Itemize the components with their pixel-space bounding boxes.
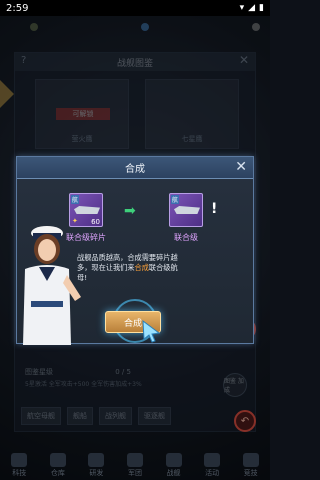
guide-message-highlight: 合成 xyxy=(134,263,149,272)
synthesis-dialog: 合成 ✕ 航 ✦ 60 联合级碎片 ➡ 航 联合级 ! 战舰品质越高，合成需要碎… xyxy=(16,156,254,345)
status-bar: 2:59 ▾ ◢ ▮ xyxy=(0,0,270,16)
guide-character xyxy=(23,226,81,345)
pointer-hand-icon xyxy=(142,319,161,343)
battery-icon: ▮ xyxy=(259,3,264,13)
dialog-header: 合成 ✕ xyxy=(17,157,253,179)
carrier-ship-icon xyxy=(174,206,200,214)
wifi-icon: ▾ xyxy=(239,3,245,13)
guide-message: 战舰品质越高，合成需要碎片越多，现在让我们来合成联合级航母! xyxy=(77,253,181,303)
signal-icon: ◢ xyxy=(248,3,256,13)
arrow-right-icon: ➡ xyxy=(124,203,136,219)
ship-item[interactable]: 航 xyxy=(169,193,203,227)
carrier-tag: 航 xyxy=(71,195,80,204)
carrier-tag: 航 xyxy=(171,195,180,204)
status-icons: ▾ ◢ ▮ xyxy=(240,3,264,13)
carrier-ship-icon xyxy=(74,206,100,214)
fragment-count: 60 xyxy=(91,218,100,226)
ship-label: 联合级 xyxy=(174,233,198,242)
alert-icon: ! xyxy=(211,201,218,217)
close-icon[interactable]: ✕ xyxy=(235,159,247,175)
dialog-title: 合成 xyxy=(125,164,145,175)
status-time: 2:59 xyxy=(6,2,29,14)
